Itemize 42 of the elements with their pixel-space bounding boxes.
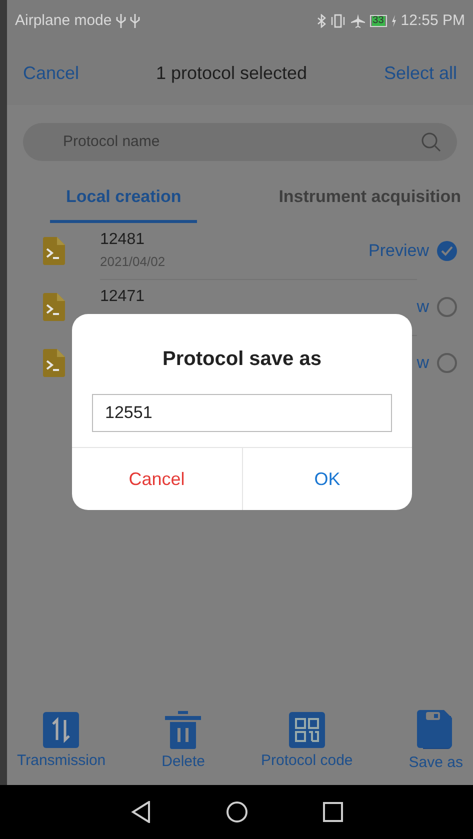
preview-link[interactable]: w — [416, 350, 429, 376]
usb-icon — [116, 14, 126, 28]
select-checkbox[interactable] — [437, 297, 457, 317]
tab[interactable]: Local creation — [50, 173, 198, 223]
cancel-link[interactable]: Cancel — [23, 60, 80, 87]
airplane-icon — [350, 14, 366, 28]
checkmark-icon — [441, 246, 453, 256]
qr-code-icon — [288, 712, 325, 748]
dialog-title: Protocol save as — [162, 347, 322, 372]
search-field[interactable]: Protocol name — [23, 123, 457, 161]
protocol-name: 12481 — [100, 230, 146, 250]
bluetooth-icon — [316, 14, 326, 28]
name-input-field[interactable]: 12551 — [92, 394, 392, 432]
vibrate-icon — [330, 14, 346, 28]
script-file-icon — [43, 349, 65, 377]
dialog-button[interactable]: Cancel — [72, 448, 242, 510]
select-all-link[interactable]: Select all — [384, 60, 457, 87]
toolbar-button[interactable]: Transmission — [17, 712, 106, 773]
home-icon[interactable] — [226, 801, 248, 823]
select-checkbox[interactable] — [437, 353, 457, 373]
tab[interactable]: Instrument acquisition — [278, 173, 461, 223]
protocol-name: 12471 — [100, 287, 146, 307]
script-file-icon — [43, 293, 65, 321]
transfer-icon — [43, 712, 80, 748]
toolbar-button[interactable]: Protocol code — [261, 712, 353, 773]
trash-icon — [165, 711, 202, 750]
charging-icon — [390, 15, 397, 27]
toolbar-button[interactable]: Save as — [408, 710, 463, 775]
header-title: 1 protocol selected — [156, 62, 308, 85]
back-icon[interactable] — [130, 801, 150, 823]
search-icon — [421, 132, 441, 152]
dialog-button[interactable]: OK — [242, 448, 412, 510]
clock: 12:55 PM — [400, 10, 465, 31]
status-text: Airplane mode — [15, 10, 112, 31]
select-checkbox[interactable] — [437, 241, 457, 261]
recents-icon[interactable] — [322, 802, 342, 822]
battery-icon: 33 — [370, 15, 387, 27]
toolbar-button[interactable]: Delete — [162, 711, 206, 774]
preview-link[interactable]: Preview — [368, 238, 429, 264]
preview-link[interactable]: w — [416, 294, 429, 320]
usb-icon — [130, 14, 140, 28]
script-file-icon — [43, 237, 65, 265]
